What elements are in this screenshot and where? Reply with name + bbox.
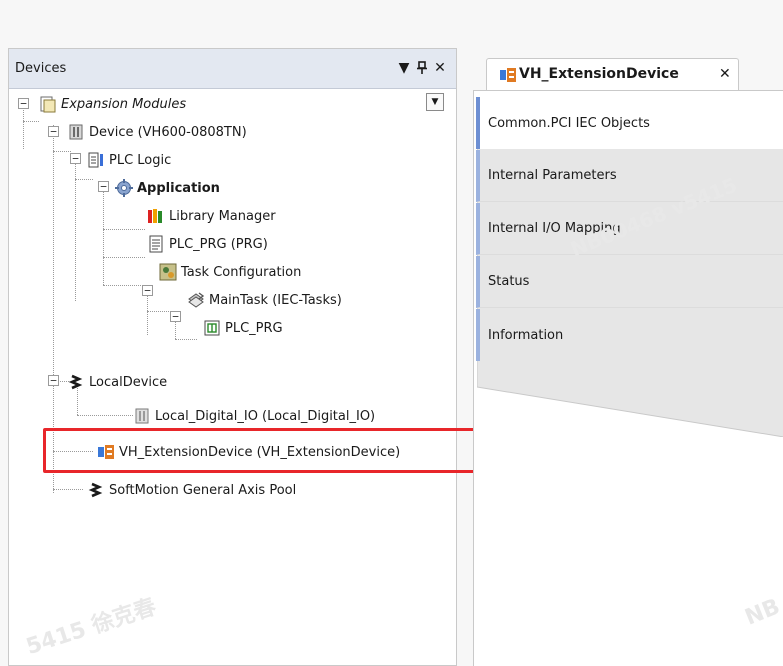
program-icon [147,235,165,253]
side-tab-internal-io-mapping[interactable]: Internal I/O Mapping [476,203,783,255]
tree-item-library-manager[interactable]: Library Manager [147,205,276,227]
devices-panel-title: Devices [15,61,67,76]
tree-item-label: SoftMotion General Axis Pool [109,482,297,498]
tree-item-label: PLC_PRG [225,320,283,336]
program-call-icon [203,319,221,337]
plc-logic-icon [87,151,105,169]
side-tab-status[interactable]: Status [476,256,783,308]
side-tab-label: Information [488,327,564,343]
extension-device-icon [499,66,517,88]
tree-item-label: Device (VH600-0808TN) [89,124,247,140]
task-icon [187,291,205,309]
tree-item-maintask[interactable]: MainTask (IEC-Tasks) [187,289,342,311]
tree-item-localdevice[interactable]: LocalDevice [67,371,167,393]
side-tab-common-pci-iec-objects[interactable]: Common.PCI IEC Objects [476,97,783,149]
io-module-icon [133,407,151,425]
side-tab-label: Internal I/O Mapping [488,221,621,236]
side-tab-information[interactable]: Information [476,309,783,361]
tree-item-label: PLC Logic [109,152,172,168]
tree-item-plc-logic[interactable]: PLC Logic [87,149,171,171]
collapse-toggle[interactable]: − [170,311,181,322]
side-tab-label: Status [488,274,530,289]
tree-item-plc-prg-call[interactable]: PLC_PRG [203,317,283,339]
collapse-toggle[interactable]: − [142,285,153,296]
task-config-icon [159,263,177,281]
editor-tab[interactable]: VH_ExtensionDevice ✕ [486,58,739,90]
side-tab-label: Internal Parameters [488,168,617,183]
close-icon[interactable]: ✕ [719,66,731,82]
tree-item-task-configuration[interactable]: Task Configuration [159,261,301,283]
tree-item-label: LocalDevice [89,374,168,390]
device-tree: ▼ − Expansion Modules − Device (VH600-08… [9,89,456,665]
tree-item-label: PLC_PRG (PRG) [169,236,268,252]
highlight-box [43,428,497,473]
tree-item-plc-prg[interactable]: PLC_PRG (PRG) [147,233,268,255]
softmotion-icon [87,481,105,499]
tree-item-label: Library Manager [169,208,276,224]
library-icon [147,207,165,225]
tree-item-label: Expansion Modules [61,96,187,112]
tree-item-label: Task Configuration [181,264,302,280]
softmotion-icon [67,373,85,391]
side-tab-internal-parameters[interactable]: Internal Parameters [476,150,783,202]
collapse-toggle[interactable]: − [48,126,59,137]
tree-item-device[interactable]: Device (VH600-0808TN) [67,121,247,143]
tree-item-label: Application [137,180,220,196]
pin-icon[interactable] [414,59,430,77]
side-tab-label: Common.PCI IEC Objects [488,115,650,131]
tree-item-softmotion-axis-pool[interactable]: SoftMotion General Axis Pool [87,479,296,501]
tree-dropdown-button[interactable]: ▼ [426,93,444,111]
tree-item-expansion-modules[interactable]: Expansion Modules [39,93,186,115]
editor-tab-title: VH_ExtensionDevice [519,66,679,82]
collapse-toggle[interactable]: − [98,181,109,192]
collapse-toggle[interactable]: − [18,98,29,109]
close-icon[interactable]: ✕ [432,59,448,77]
tree-item-local-digital-io[interactable]: Local_Digital_IO (Local_Digital_IO) [133,405,375,427]
devices-panel: Devices ▼ ✕ ▼ − Expansion Modules − Devi… [8,48,457,666]
chevron-down-icon[interactable]: ▼ [396,59,412,77]
collapse-toggle[interactable]: − [70,153,81,164]
tree-item-label: MainTask (IEC-Tasks) [209,292,342,308]
devices-title-bar: Devices ▼ ✕ [9,49,456,89]
watermark: 5415 徐克春 [23,594,160,661]
project-icon [39,95,57,113]
tree-item-label: Local_Digital_IO (Local_Digital_IO) [155,408,376,424]
tree-item-application[interactable]: Application [115,177,220,199]
device-icon [67,123,85,141]
gear-icon [115,179,133,197]
collapse-toggle[interactable]: − [48,375,59,386]
